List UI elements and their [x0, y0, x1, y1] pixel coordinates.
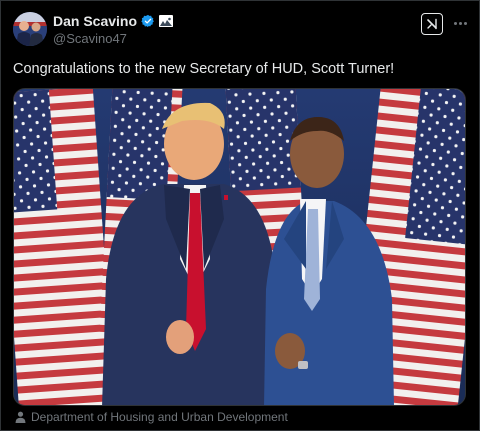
more-options-button[interactable]	[451, 15, 469, 31]
verified-badge-icon	[141, 14, 154, 28]
post-card[interactable]: Dan Scavino @Scavino47 Congratulations t…	[0, 0, 480, 431]
grok-icon	[427, 18, 437, 30]
avatar[interactable]	[13, 12, 47, 46]
more-options-icon	[453, 21, 457, 25]
author-display-name[interactable]: Dan Scavino	[53, 13, 137, 29]
grok-button[interactable]	[421, 13, 443, 35]
government-affiliation-icon[interactable]	[159, 15, 174, 27]
author-name-row: Dan Scavino	[53, 12, 174, 30]
media-caption[interactable]: Department of Housing and Urban Developm…	[15, 410, 288, 424]
post-photo[interactable]	[13, 88, 466, 406]
avatar-photo	[13, 12, 47, 46]
person-icon	[15, 411, 26, 423]
media-caption-text: Department of Housing and Urban Developm…	[31, 410, 288, 424]
author-handle[interactable]: @Scavino47	[53, 31, 127, 46]
post-text: Congratulations to the new Secretary of …	[13, 61, 395, 77]
more-options-dot	[463, 21, 467, 25]
more-options-dot	[458, 21, 462, 25]
photo-illustration	[14, 89, 465, 405]
